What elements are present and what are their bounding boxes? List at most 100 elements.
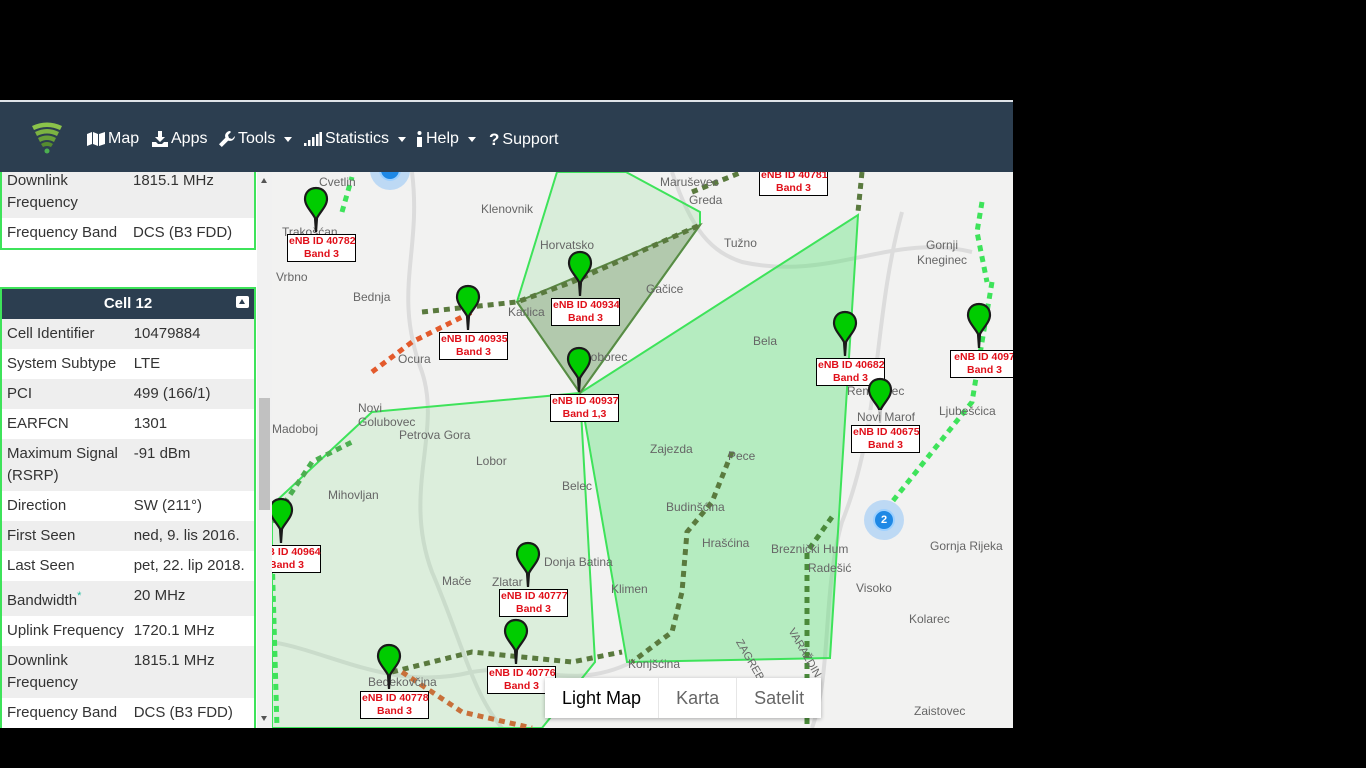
map-pin-icon[interactable] bbox=[376, 643, 402, 689]
enb-id: eNB ID 40964 bbox=[272, 546, 321, 558]
enb-id: eNB ID 4097 bbox=[954, 351, 1013, 363]
town-label: Lobor bbox=[476, 454, 507, 468]
enb-id: eNB ID 40781 bbox=[761, 172, 828, 181]
nav-help[interactable]: Help bbox=[416, 130, 476, 148]
town-label: Petrova Gora bbox=[399, 428, 471, 442]
row-value: DCS (B3 FDD) bbox=[133, 224, 233, 241]
row-value: 499 (166/1) bbox=[133, 385, 211, 402]
enb-label[interactable]: eNB ID 40935 Band 3 bbox=[439, 332, 508, 360]
scrollbar-thumb[interactable] bbox=[259, 398, 270, 510]
sidebar-scrollbar[interactable] bbox=[257, 172, 272, 728]
caret-down-icon bbox=[467, 136, 476, 142]
bandwidth-label: Bandwidth bbox=[7, 592, 78, 609]
town-label: Radešić bbox=[808, 561, 852, 575]
town-label: Konjšćina bbox=[628, 657, 681, 671]
map-pin-icon[interactable] bbox=[966, 302, 992, 348]
table-row: Uplink Frequency 1720.1 MHz bbox=[2, 616, 254, 646]
map-pin-icon[interactable] bbox=[272, 497, 294, 543]
caret-down-icon bbox=[398, 136, 407, 142]
town-label: Gornji Kneginec bbox=[917, 238, 968, 267]
map-pin-icon[interactable] bbox=[832, 310, 858, 356]
map-pin-icon[interactable] bbox=[566, 346, 592, 392]
row-label: Bandwidth* bbox=[2, 581, 129, 616]
town-label: Karlica bbox=[508, 305, 545, 319]
town-label: Hrašćina bbox=[702, 536, 750, 550]
map-pin-icon[interactable] bbox=[303, 186, 329, 232]
collapse-icon[interactable] bbox=[236, 296, 249, 308]
table-row: Downlink Frequency 1815.1 MHz bbox=[2, 172, 254, 218]
row-value: 1815.1 MHz bbox=[133, 172, 214, 189]
row-value: ned, 9. lis 2016. bbox=[133, 527, 240, 544]
town-label: Mače bbox=[442, 574, 472, 588]
cluster-count: 2 bbox=[873, 509, 895, 531]
nav-apps-label: Apps bbox=[171, 130, 208, 147]
town-label: Zaistovec bbox=[914, 704, 966, 718]
enb-id: eNB ID 40778 bbox=[362, 692, 429, 704]
download-icon bbox=[152, 131, 168, 147]
map-pin-icon[interactable] bbox=[567, 250, 593, 296]
row-value: DCS (B3 FDD) bbox=[133, 704, 233, 721]
map-type-light-map[interactable]: Light Map bbox=[545, 678, 660, 718]
enb-band: Band 3 bbox=[303, 248, 339, 260]
table-row: Cell Identifier 10479884 bbox=[2, 319, 254, 349]
row-value: 1720.1 MHz bbox=[133, 622, 215, 639]
previous-cell-card: Downlink Frequency 1815.1 MHz Frequency B… bbox=[0, 172, 256, 250]
enb-id: eNB ID 40934 bbox=[553, 299, 620, 311]
marker-cluster[interactable]: 2 bbox=[864, 500, 904, 540]
scroll-up-arrow-icon[interactable] bbox=[261, 178, 267, 183]
nav-tools[interactable]: Tools bbox=[219, 130, 293, 148]
table-row: Frequency Band DCS (B3 FDD) bbox=[2, 698, 254, 728]
enb-label[interactable]: eNB ID 4097 Band 3 bbox=[950, 350, 1013, 378]
enb-band: Band 3 bbox=[376, 705, 412, 717]
enb-label[interactable]: eNB ID 40781 Band 3 bbox=[759, 172, 828, 196]
enb-band: Band 3 bbox=[966, 364, 1002, 376]
card-title: Cell 12 bbox=[103, 295, 153, 312]
nav-help-label: Help bbox=[426, 130, 459, 147]
map-type-karta[interactable]: Karta bbox=[659, 678, 738, 718]
enb-id: eNB ID 40782 bbox=[289, 235, 356, 247]
map-type-satelit[interactable]: Satelit bbox=[737, 678, 821, 718]
enb-id: eNB ID 40777 bbox=[501, 590, 568, 602]
enb-id: eNB ID 40675 bbox=[853, 426, 920, 438]
map-canvas[interactable]: Cvetlin Klenovnik Maruševec Greda Trakoš… bbox=[272, 172, 1013, 728]
enb-label[interactable]: eNB ID 40934 Band 3 bbox=[551, 298, 620, 326]
town-label: Ljubešćica bbox=[939, 404, 996, 418]
map-type-control: Light Map Karta Satelit bbox=[545, 678, 822, 718]
bandwidth-asterisk-link[interactable]: * bbox=[77, 590, 81, 602]
town-label: Maruševec bbox=[660, 175, 719, 189]
scroll-down-arrow-icon[interactable] bbox=[261, 716, 267, 721]
row-label: Maximum Signal (RSRP) bbox=[7, 445, 118, 484]
nav-map-label: Map bbox=[108, 130, 140, 147]
enb-band: Band 3 bbox=[515, 603, 551, 615]
cell-info-sidebar: Downlink Frequency 1815.1 MHz Frequency B… bbox=[0, 172, 272, 728]
app-window: Map Apps Tools Statistics Help ? Support… bbox=[0, 100, 1013, 728]
map-pin-icon[interactable] bbox=[515, 541, 541, 587]
town-label: Novi Golubovec bbox=[358, 401, 416, 429]
town-label: Gačice bbox=[646, 282, 684, 296]
nav-statistics[interactable]: Statistics bbox=[304, 130, 407, 148]
row-label: Frequency Band bbox=[7, 224, 118, 241]
nav-support[interactable]: ? Support bbox=[489, 130, 558, 150]
table-row: PCI 499 (166/1) bbox=[2, 379, 254, 409]
town-label: Greda bbox=[689, 193, 723, 207]
question-icon: ? bbox=[489, 130, 500, 149]
row-label: Direction bbox=[7, 497, 67, 514]
enb-band: Band 3 bbox=[455, 346, 491, 358]
nav-map[interactable]: Map bbox=[87, 130, 139, 148]
enb-label[interactable]: eNB ID 40778 Band 3 bbox=[360, 691, 429, 719]
enb-label[interactable]: eNB ID 40964Band 3 bbox=[272, 545, 321, 573]
enb-label[interactable]: eNB ID 40937 Band 1,3 bbox=[550, 394, 619, 422]
nav-apps[interactable]: Apps bbox=[152, 130, 207, 148]
enb-label[interactable]: eNB ID 40777 Band 3 bbox=[499, 589, 568, 617]
town-label: Breznički Hum bbox=[771, 542, 849, 556]
row-label: Frequency Band bbox=[7, 704, 118, 721]
enb-label[interactable]: eNB ID 40782 Band 3 bbox=[287, 234, 356, 262]
map-pin-icon[interactable] bbox=[503, 618, 529, 664]
enb-label[interactable]: eNB ID 40675 Band 3 bbox=[851, 425, 920, 453]
map-pin-icon[interactable] bbox=[455, 284, 481, 330]
wifi-logo-icon[interactable] bbox=[30, 120, 64, 154]
table-row: EARFCN 1301 bbox=[2, 409, 254, 439]
town-label: Belec bbox=[562, 479, 593, 493]
top-navbar: Map Apps Tools Statistics Help ? Support bbox=[0, 100, 1013, 172]
row-label: System Subtype bbox=[7, 355, 117, 372]
